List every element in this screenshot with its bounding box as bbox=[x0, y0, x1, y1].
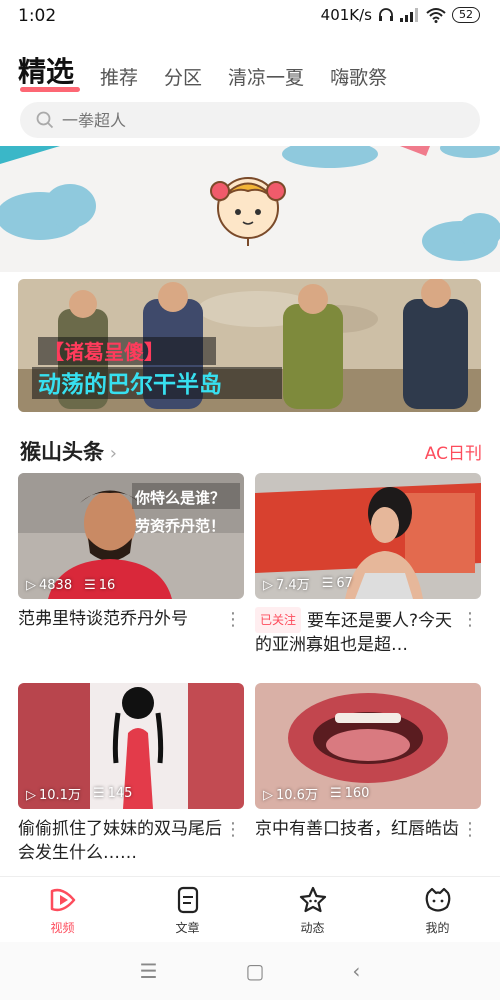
search-icon bbox=[36, 111, 54, 129]
comment-icon: ☰ bbox=[92, 786, 105, 801]
comment-count-value: 67 bbox=[336, 576, 353, 591]
nav-video[interactable]: 视频 bbox=[0, 877, 125, 942]
video-stats: ▷ 10.6万 ☰ 160 bbox=[263, 784, 369, 803]
more-options-icon[interactable]: ⋮ bbox=[461, 819, 479, 840]
more-options-icon[interactable]: ⋮ bbox=[461, 609, 479, 630]
video-thumbnail[interactable]: ▷ 10.6万 ☰ 160 bbox=[255, 683, 481, 809]
status-bar: 1:02 401K/s 52 bbox=[0, 0, 500, 32]
nav-article-label: 文章 bbox=[175, 921, 200, 935]
video-stats: ▷ 10.1万 ☰ 145 bbox=[26, 784, 132, 803]
tab-summer[interactable]: 清凉一夏 bbox=[228, 63, 304, 96]
article-icon bbox=[177, 886, 198, 914]
followed-badge: 已关注 bbox=[255, 607, 302, 633]
banner-title-line2: 动荡的巴尔干半岛 bbox=[38, 371, 222, 398]
tab-song-festival[interactable]: 嗨歌祭 bbox=[330, 63, 387, 96]
system-navigation-bar: ☰ ▢ ‹ bbox=[0, 942, 500, 1000]
play-icon: ▷ bbox=[26, 578, 36, 593]
signal-icon bbox=[400, 8, 418, 22]
comment-count-value: 16 bbox=[98, 578, 116, 593]
wifi-icon bbox=[426, 8, 446, 23]
video-title[interactable]: 范弗里特谈范乔丹外号 bbox=[18, 607, 224, 631]
tab-featured[interactable]: 精选 bbox=[18, 50, 81, 96]
video-icon bbox=[50, 888, 75, 912]
comment-count: ☰ 67 bbox=[322, 576, 353, 591]
search-bar[interactable] bbox=[20, 102, 480, 138]
view-count: ▷ 10.1万 bbox=[26, 784, 81, 803]
video-thumbnail[interactable]: ▷ 7.4万 ☰ 67 bbox=[255, 473, 481, 599]
bottom-navigation: 视频 文章 动态 我的 bbox=[0, 876, 500, 942]
headphone-icon bbox=[379, 8, 393, 21]
battery-indicator: 52 bbox=[452, 7, 480, 23]
video-thumbnail[interactable]: ▷ 10.1万 ☰ 145 bbox=[18, 683, 244, 809]
nav-profile-label: 我的 bbox=[425, 921, 450, 935]
comment-count: ☰ 145 bbox=[93, 786, 132, 801]
ac-daily-link[interactable]: AC日刊 bbox=[425, 439, 482, 464]
more-options-icon[interactable]: ⋮ bbox=[224, 819, 242, 840]
play-icon: ▷ bbox=[263, 578, 273, 593]
featured-banner[interactable]: 【诸葛呈傻】 动荡的巴尔干半岛 bbox=[18, 279, 481, 412]
view-count-value: 10.1万 bbox=[39, 788, 81, 803]
nav-moments-label: 动态 bbox=[300, 921, 325, 935]
video-thumbnail[interactable]: 你特么是谁？ 劳资乔丹范！ ▷ 4838 ☰ 16 bbox=[18, 473, 244, 599]
video-stats: ▷ 7.4万 ☰ 67 bbox=[263, 574, 353, 593]
video-card[interactable]: 你特么是谁？ 劳资乔丹范！ ▷ 4838 ☰ 16 范弗里特谈范乔丹外号 ⋮ bbox=[18, 473, 244, 631]
view-count: ▷ 7.4万 bbox=[263, 574, 310, 593]
top-tabs: 精选 推荐 分区 清凉一夏 嗨歌祭 bbox=[18, 55, 413, 96]
more-options-icon[interactable]: ⋮ bbox=[224, 609, 242, 630]
section-title[interactable]: 猴山头条 › bbox=[20, 440, 117, 464]
video-card[interactable]: ▷ 10.6万 ☰ 160 京中有善口技者，红唇皓齿 ⋮ bbox=[255, 683, 481, 841]
comment-count: ☰ 16 bbox=[84, 578, 115, 593]
thumbnail-caption-2: 劳资乔丹范！ bbox=[135, 517, 225, 535]
status-time: 1:02 bbox=[18, 6, 57, 26]
tab-categories[interactable]: 分区 bbox=[164, 63, 202, 96]
comment-icon: ☰ bbox=[321, 576, 334, 591]
mascot-face-icon bbox=[210, 177, 286, 246]
play-icon: ▷ bbox=[263, 788, 273, 803]
tab-recommend[interactable]: 推荐 bbox=[100, 63, 138, 96]
video-card[interactable]: ▷ 7.4万 ☰ 67 已关注 要车还是要人?今天的亚洲寡姐也是超… ⋮ bbox=[255, 473, 481, 657]
nav-video-label: 视频 bbox=[50, 921, 75, 935]
section-header: 猴山头条 › AC日刊 bbox=[20, 436, 482, 466]
nav-article[interactable]: 文章 bbox=[125, 877, 250, 942]
thumbnail-caption-1: 你特么是谁？ bbox=[134, 489, 225, 507]
search-input[interactable] bbox=[62, 110, 442, 130]
video-title[interactable]: 已关注 要车还是要人?今天的亚洲寡姐也是超… bbox=[255, 607, 461, 657]
mascot-banner-art bbox=[0, 146, 500, 261]
comment-icon: ☰ bbox=[329, 786, 342, 801]
chevron-right-icon: › bbox=[104, 443, 117, 464]
status-indicators: 401K/s 52 bbox=[321, 6, 480, 24]
view-count-value: 10.6万 bbox=[276, 788, 318, 803]
home-icon[interactable]: ▢ bbox=[246, 959, 265, 983]
profile-icon bbox=[425, 887, 450, 912]
comment-count-value: 145 bbox=[107, 786, 133, 801]
play-icon: ▷ bbox=[26, 788, 36, 803]
video-title[interactable]: 京中有善口技者，红唇皓齿 bbox=[255, 817, 461, 841]
nav-profile[interactable]: 我的 bbox=[375, 877, 500, 942]
comment-count: ☰ 160 bbox=[330, 786, 369, 801]
view-count-value: 7.4万 bbox=[276, 578, 310, 593]
comment-icon: ☰ bbox=[84, 578, 96, 593]
video-title[interactable]: 偷偷抓住了妹妹的双马尾后会发生什么…… bbox=[18, 817, 224, 865]
star-icon bbox=[299, 886, 326, 913]
mascot-banner[interactable] bbox=[0, 146, 500, 272]
video-stats: ▷ 4838 ☰ 16 bbox=[26, 578, 115, 593]
comment-count-value: 160 bbox=[344, 786, 370, 801]
view-count: ▷ 4838 bbox=[26, 578, 72, 593]
back-icon[interactable]: ‹ bbox=[352, 959, 360, 983]
menu-icon[interactable]: ☰ bbox=[140, 959, 158, 983]
video-card[interactable]: ▷ 10.1万 ☰ 145 偷偷抓住了妹妹的双马尾后会发生什么…… ⋮ bbox=[18, 683, 244, 865]
section-title-text: 猴山头条 bbox=[20, 440, 104, 464]
network-speed: 401K/s bbox=[320, 6, 372, 24]
banner-title-line1: 【诸葛呈傻】 bbox=[44, 340, 164, 364]
featured-banner-art: 【诸葛呈傻】 动荡的巴尔干半岛 bbox=[18, 279, 481, 412]
view-count-value: 4838 bbox=[39, 578, 73, 593]
nav-moments[interactable]: 动态 bbox=[250, 877, 375, 942]
view-count: ▷ 10.6万 bbox=[263, 784, 318, 803]
